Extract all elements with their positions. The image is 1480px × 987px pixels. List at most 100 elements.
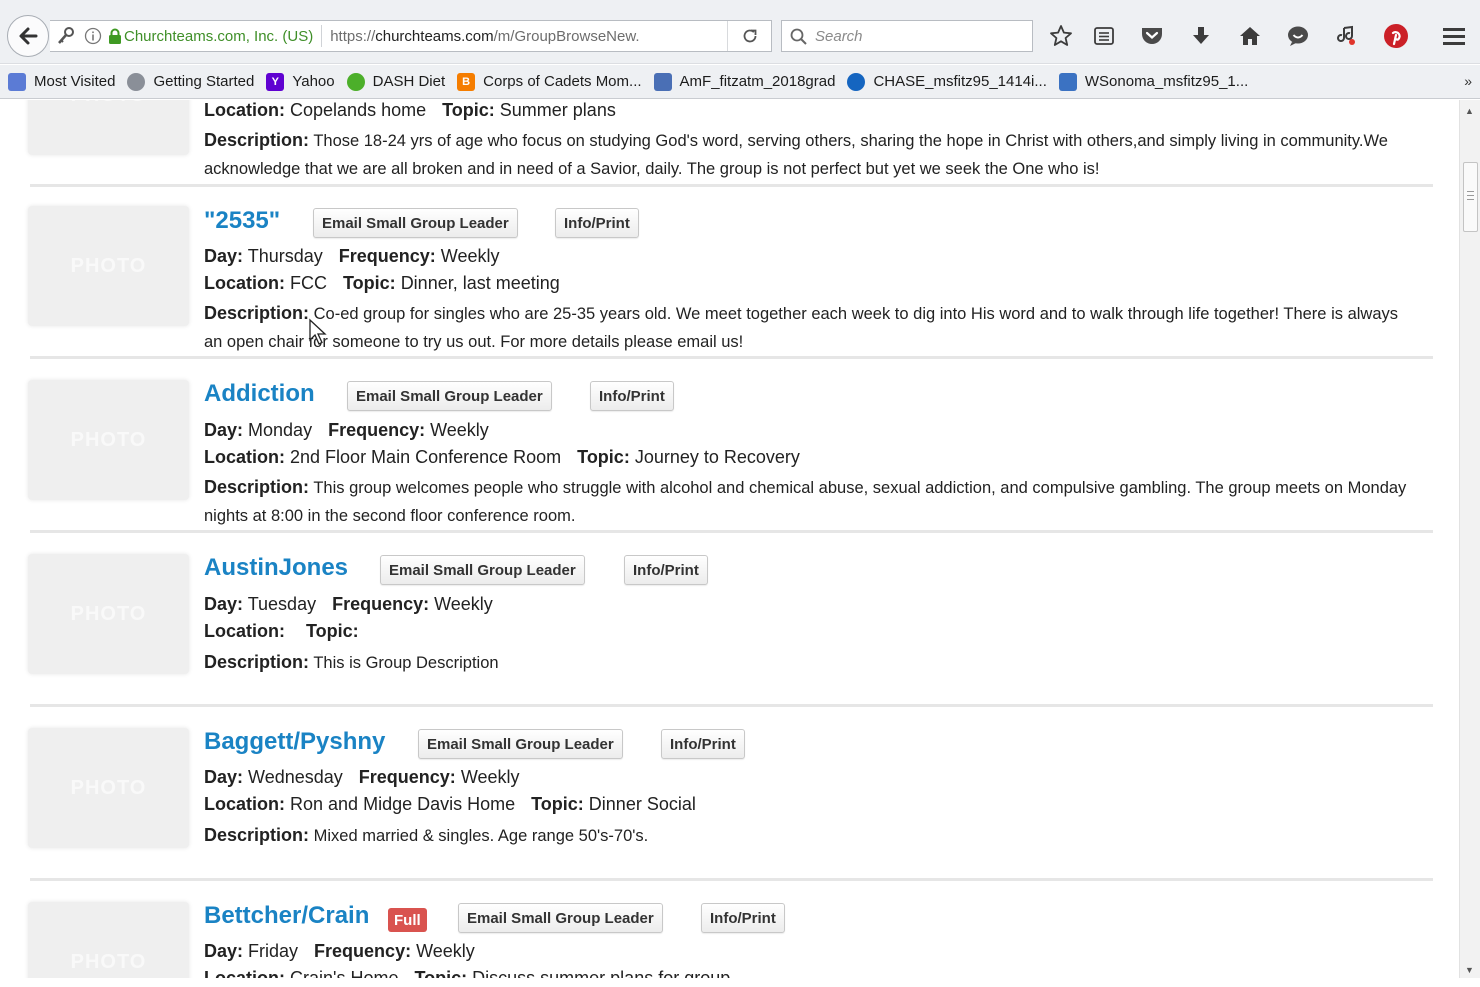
description-text: Co-ed group for singles who are 25-35 ye…	[204, 305, 1399, 351]
location-label: Location:	[204, 100, 285, 120]
vertical-scrollbar[interactable]: ▲ ▼	[1459, 100, 1480, 978]
group-divider	[30, 184, 1433, 187]
url-host: churchteams.com	[375, 27, 494, 45]
day-label: Day:	[204, 594, 244, 614]
hello-chat-icon[interactable]	[1284, 22, 1312, 50]
bookmark-item[interactable]: Most Visited	[8, 72, 115, 91]
mouse-cursor-icon	[309, 318, 327, 345]
location-value: 2nd Floor Main Conference Room	[290, 447, 562, 467]
group-photo: PHOTO	[28, 728, 189, 848]
bookmark-item[interactable]: CHASE_msfitz95_1414i...	[847, 72, 1047, 91]
location-label: Location:	[204, 968, 285, 978]
menu-icon[interactable]	[1440, 22, 1468, 50]
location-topic-line: Location: Crain's Home Topic: Discuss sum…	[204, 968, 730, 978]
group-title[interactable]: Addiction	[204, 380, 315, 408]
url-text[interactable]: https://churchteams.com/m/GroupBrowseNew…	[330, 28, 771, 45]
bookmark-item[interactable]: AmF_fitzatm_2018grad	[653, 72, 836, 91]
url-path: /m/GroupBrowseNew.	[493, 27, 640, 45]
info-print-button[interactable]: Info/Print	[555, 208, 639, 238]
group-photo: PHOTO	[28, 100, 189, 155]
day-frequency-line: Day: Monday Frequency: Weekly	[204, 420, 489, 441]
info-print-button[interactable]: Info/Print	[701, 903, 785, 933]
photo-placeholder: PHOTO	[70, 254, 147, 277]
email-leader-button[interactable]: Email Small Group Leader	[458, 903, 663, 933]
description-block: Description: Mixed married & singles. Ag…	[204, 821, 1419, 850]
frequency-label: Frequency:	[338, 246, 436, 266]
yahoo-icon: Y	[266, 72, 285, 91]
location-topic-line: Location: Topic:	[204, 621, 359, 642]
description-block: Description: This group welcomes people …	[204, 473, 1419, 530]
scroll-down-arrow-icon[interactable]: ▼	[1465, 965, 1474, 975]
topic-label: Topic:	[577, 447, 630, 467]
location-value: FCC	[290, 273, 328, 293]
chase-icon	[847, 72, 866, 91]
bookmark-item[interactable]: B Corps of Cadets Mom...	[457, 72, 642, 91]
photo-placeholder: PHOTO	[70, 950, 147, 973]
group-title[interactable]: "2535"	[204, 207, 280, 235]
scrollbar-thumb[interactable]	[1463, 162, 1478, 232]
extension-icon[interactable]	[1333, 22, 1361, 50]
topic-value: Discuss summer plans for group	[472, 968, 731, 978]
day-label: Day:	[204, 767, 244, 787]
group-title[interactable]: Baggett/Pyshny	[204, 728, 385, 756]
search-input[interactable]: Search	[781, 20, 1033, 52]
topic-value: Summer plans	[499, 100, 616, 120]
reload-icon[interactable]	[727, 21, 771, 51]
day-value: Tuesday	[247, 594, 317, 614]
most-visited-icon	[8, 72, 26, 91]
download-icon[interactable]	[1187, 22, 1215, 50]
info-print-button[interactable]: Info/Print	[624, 555, 708, 585]
bookmarks-overflow-icon[interactable]: »	[1464, 73, 1472, 89]
description-text: This group welcomes people who struggle …	[204, 479, 1407, 525]
description-label: Description:	[204, 652, 310, 672]
day-label: Day:	[204, 246, 244, 266]
topic-label: Topic:	[343, 273, 396, 293]
home-icon[interactable]	[1236, 22, 1264, 50]
description-label: Description:	[204, 825, 310, 845]
url-prefix: https://	[330, 27, 376, 45]
email-leader-button[interactable]: Email Small Group Leader	[313, 208, 518, 238]
day-label: Day:	[204, 420, 244, 440]
bookmark-item[interactable]: Y Yahoo	[266, 72, 335, 91]
email-leader-button[interactable]: Email Small Group Leader	[418, 729, 623, 759]
pocket-icon[interactable]	[1138, 22, 1166, 50]
bookmark-star-icon[interactable]	[1047, 22, 1075, 50]
back-arrow-icon	[19, 27, 38, 45]
bookmark-item[interactable]: DASH Diet	[346, 72, 445, 91]
bookmark-label: AmF_fitzatm_2018grad	[679, 73, 836, 90]
browser-toolbar: Churchteams.com, Inc. (US) https://churc…	[0, 0, 1480, 64]
description-label: Description:	[204, 477, 310, 497]
description-block: Description: Those 18-24 yrs of age who …	[204, 126, 1419, 183]
url-bar[interactable]: Churchteams.com, Inc. (US) https://churc…	[50, 20, 772, 52]
group-title[interactable]: Bettcher/Crain	[204, 902, 369, 930]
topic-label: Topic:	[306, 621, 359, 641]
search-icon	[790, 28, 807, 45]
group-title[interactable]: AustinJones	[204, 554, 348, 582]
info-print-button[interactable]: Info/Print	[590, 381, 674, 411]
full-badge: Full	[388, 908, 427, 932]
scroll-up-arrow-icon[interactable]: ▲	[1465, 106, 1474, 116]
site-identity: Churchteams.com, Inc. (US)	[124, 27, 314, 45]
pinterest-icon[interactable]	[1382, 22, 1410, 50]
group-photo: PHOTO	[28, 206, 189, 326]
blogger-icon: B	[457, 72, 476, 91]
description-text: Those 18-24 yrs of age who focus on stud…	[204, 132, 1388, 178]
day-frequency-line: Day: Friday Frequency: Weekly	[204, 941, 475, 962]
back-button[interactable]	[7, 15, 49, 57]
info-icon[interactable]	[80, 27, 106, 45]
description-block: Description: This is Group Description	[204, 648, 1419, 677]
reading-list-icon[interactable]	[1090, 22, 1118, 50]
email-leader-button[interactable]: Email Small Group Leader	[380, 555, 585, 585]
key-icon[interactable]	[52, 26, 80, 46]
location-label: Location:	[204, 794, 285, 814]
bookmark-item[interactable]: Getting Started	[127, 72, 254, 91]
page-icon	[653, 72, 672, 91]
group-divider	[30, 704, 1433, 707]
bookmark-item[interactable]: WSonoma_msfitz95_1...	[1058, 72, 1248, 91]
email-leader-button[interactable]: Email Small Group Leader	[347, 381, 552, 411]
frequency-label: Frequency:	[332, 594, 430, 614]
topic-value: Journey to Recovery	[634, 447, 800, 467]
group-divider	[30, 530, 1433, 533]
info-print-button[interactable]: Info/Print	[661, 729, 745, 759]
location-value: Crain's Home	[290, 968, 399, 978]
